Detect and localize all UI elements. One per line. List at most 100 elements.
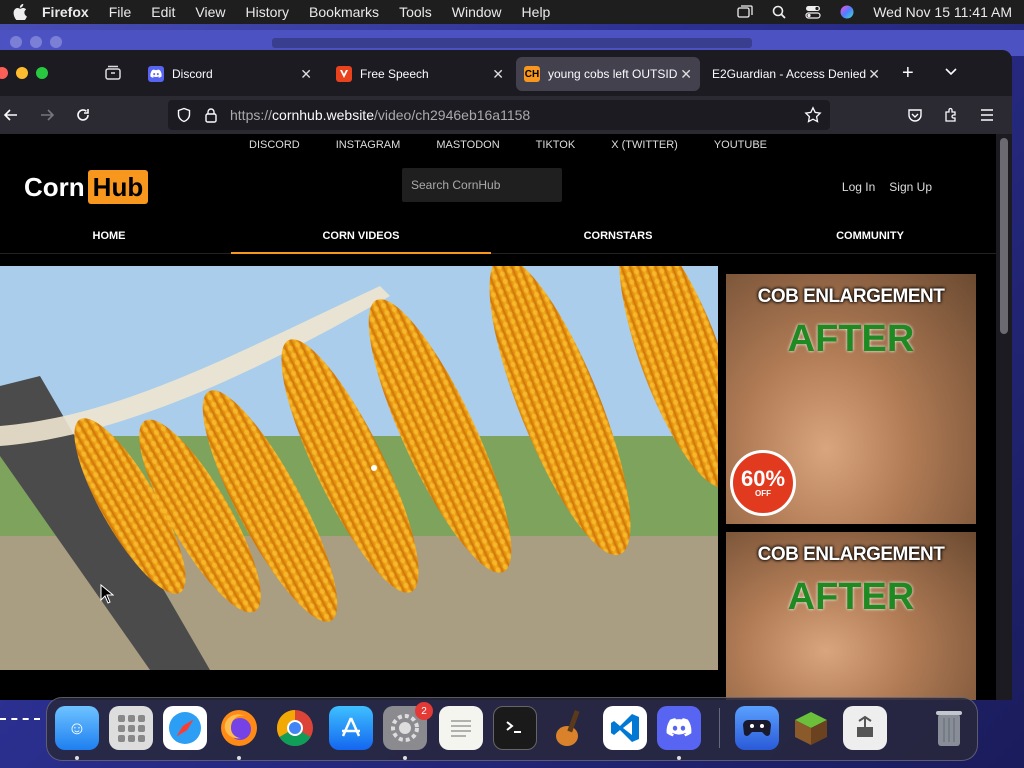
- logo-hub: Hub: [87, 170, 149, 204]
- ad-banner-1[interactable]: COB ENLARGEMENT AFTER 60% OFF: [726, 274, 976, 524]
- chevron-down-icon[interactable]: [944, 64, 958, 80]
- forward-arrow-icon[interactable]: [38, 106, 56, 124]
- url-path: /video/ch2946eb16a1158: [373, 107, 531, 123]
- control-center-icon[interactable]: [805, 5, 821, 19]
- dock-separator: [719, 708, 720, 748]
- chrome-icon[interactable]: [273, 706, 317, 750]
- safari-icon[interactable]: [163, 706, 207, 750]
- menu-history[interactable]: History: [245, 4, 289, 20]
- notification-badge: 2: [415, 702, 433, 720]
- discord-dock-icon[interactable]: [657, 706, 701, 750]
- garageband-icon[interactable]: [547, 706, 591, 750]
- macos-menu-bar: Firefox File Edit View History Bookmarks…: [0, 0, 1024, 24]
- social-link-mastodon[interactable]: MASTODON: [436, 139, 499, 151]
- video-player[interactable]: [0, 266, 718, 670]
- close-tab-icon[interactable]: ✕: [680, 66, 692, 83]
- tab-overview-icon[interactable]: [104, 64, 122, 82]
- close-window-button[interactable]: [0, 67, 8, 79]
- firefox-icon[interactable]: [217, 706, 261, 750]
- automator-icon[interactable]: [843, 706, 887, 750]
- menu-bookmarks[interactable]: Bookmarks: [309, 4, 379, 20]
- vscode-icon[interactable]: [603, 706, 647, 750]
- macos-dock: ☺ 2: [46, 697, 978, 761]
- spotlight-search-icon[interactable]: [771, 5, 787, 19]
- menu-window[interactable]: Window: [452, 4, 502, 20]
- siri-icon[interactable]: [839, 5, 855, 19]
- ad-subtitle: AFTER: [787, 318, 915, 360]
- terminal-icon[interactable]: [493, 706, 537, 750]
- login-link[interactable]: Log In: [842, 180, 875, 194]
- tab-discord[interactable]: Discord ✕: [140, 57, 320, 91]
- apple-icon[interactable]: [12, 4, 28, 20]
- navigation-toolbar: https://cornhub.website/video/ch2946eb16…: [0, 96, 1012, 134]
- tab-free-speech[interactable]: Free Speech ✕: [328, 57, 512, 91]
- back-arrow-icon[interactable]: [2, 106, 20, 124]
- close-tab-icon[interactable]: ✕: [492, 66, 504, 83]
- nav-home[interactable]: HOME: [0, 230, 239, 242]
- menu-help[interactable]: Help: [522, 4, 551, 20]
- background-window-bar: [272, 38, 752, 48]
- extensions-icon[interactable]: [942, 106, 960, 124]
- social-link-youtube[interactable]: YOUTUBE: [714, 139, 767, 151]
- signup-link[interactable]: Sign Up: [889, 180, 932, 194]
- ad-subtitle: AFTER: [787, 576, 915, 618]
- lock-icon[interactable]: [204, 107, 218, 128]
- bookmark-star-icon[interactable]: [804, 106, 822, 129]
- nav-community[interactable]: COMMUNITY: [740, 230, 996, 242]
- tab-e2guardian[interactable]: E2Guardian - Access Denied ✕: [704, 57, 888, 91]
- background-window-controls: [10, 36, 62, 48]
- site-search-input[interactable]: Search CornHub: [402, 168, 562, 202]
- scrollbar-thumb[interactable]: [1000, 138, 1008, 334]
- page-scrollbar[interactable]: [996, 134, 1012, 700]
- menubar-clock[interactable]: Wed Nov 15 11:41 AM: [873, 4, 1012, 20]
- ad-banner-2[interactable]: COB ENLARGEMENT AFTER: [726, 532, 976, 700]
- url-prefix: https://: [230, 107, 273, 123]
- new-tab-icon[interactable]: +: [902, 62, 914, 85]
- firefox-window: Discord ✕ Free Speech ✕ CH young cobs le…: [0, 50, 1012, 700]
- finder-icon[interactable]: ☺: [55, 706, 99, 750]
- social-link-discord[interactable]: DISCORD: [249, 139, 300, 151]
- minecraft-icon[interactable]: [789, 706, 833, 750]
- site-nav: HOME CORN VIDEOS CORNSTARS COMMUNITY: [0, 222, 996, 254]
- reload-icon[interactable]: [74, 106, 92, 124]
- discount-off: OFF: [755, 488, 771, 498]
- site-logo[interactable]: Corn Hub: [24, 170, 149, 204]
- menu-edit[interactable]: Edit: [151, 4, 175, 20]
- app-store-icon[interactable]: [329, 706, 373, 750]
- menu-firefox[interactable]: Firefox: [42, 4, 89, 20]
- game-controller-icon[interactable]: [735, 706, 779, 750]
- menu-file[interactable]: File: [109, 4, 132, 20]
- tab-label: young cobs left OUTSIDE: [548, 67, 678, 81]
- social-links-bar: DISCORD INSTAGRAM MASTODON TIKTOK X (TWI…: [0, 134, 996, 156]
- close-tab-icon[interactable]: ✕: [868, 66, 880, 83]
- corn-video-frame: [0, 266, 718, 670]
- trash-icon[interactable]: [927, 706, 971, 750]
- menu-tools[interactable]: Tools: [399, 4, 432, 20]
- tab-young-cobs[interactable]: CH young cobs left OUTSIDE ✕: [516, 57, 700, 91]
- window-controls: [0, 67, 48, 79]
- social-link-instagram[interactable]: INSTAGRAM: [336, 139, 401, 151]
- free-speech-icon: [336, 66, 352, 82]
- menu-view[interactable]: View: [195, 4, 225, 20]
- url-domain: cornhub.website: [272, 107, 374, 123]
- minimize-window-button[interactable]: [16, 67, 28, 79]
- textedit-icon[interactable]: [439, 706, 483, 750]
- nav-corn-videos[interactable]: CORN VIDEOS: [231, 230, 491, 254]
- pocket-icon[interactable]: [906, 106, 924, 124]
- close-tab-icon[interactable]: ✕: [300, 66, 312, 83]
- tab-bar: Discord ✕ Free Speech ✕ CH young cobs le…: [0, 50, 1012, 96]
- launchpad-icon[interactable]: [109, 706, 153, 750]
- screen-mirror-icon[interactable]: [737, 5, 753, 19]
- social-link-tiktok[interactable]: TIKTOK: [536, 139, 576, 151]
- social-link-x-twitter[interactable]: X (TWITTER): [611, 139, 678, 151]
- zoom-window-button[interactable]: [36, 67, 48, 79]
- hamburger-menu-icon[interactable]: [978, 106, 996, 124]
- url-bar[interactable]: https://cornhub.website/video/ch2946eb16…: [168, 100, 830, 130]
- site-header: Corn Hub Search CornHub Log In Sign Up: [0, 156, 996, 222]
- logo-corn: Corn: [24, 171, 85, 202]
- url-text[interactable]: https://cornhub.website/video/ch2946eb16…: [230, 107, 530, 123]
- nav-cornstars[interactable]: CORNSTARS: [488, 230, 748, 242]
- ad-title: COB ENLARGEMENT: [757, 286, 945, 307]
- mouse-pointer-icon: [100, 583, 115, 609]
- shield-icon[interactable]: [176, 107, 192, 128]
